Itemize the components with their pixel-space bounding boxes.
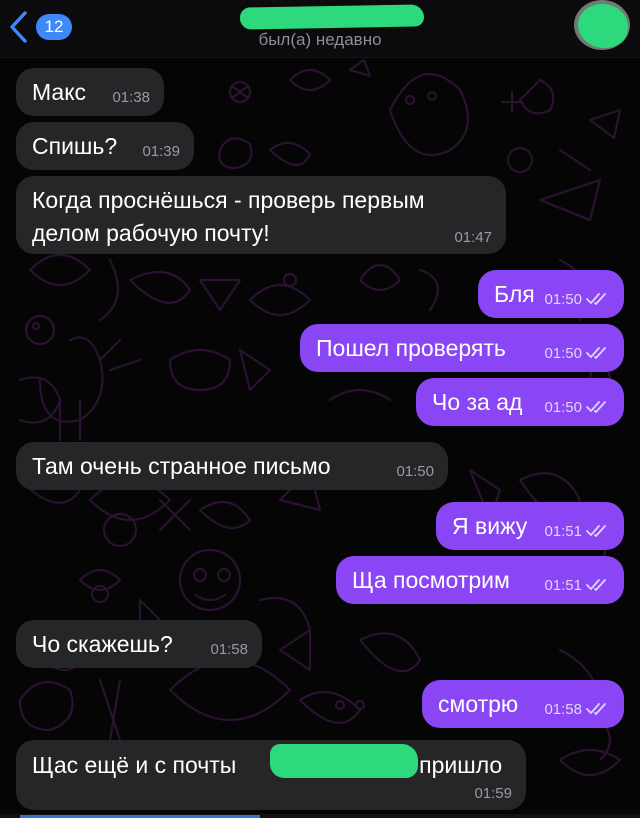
message-text-line: Когда проснёшься - проверь первым — [32, 187, 425, 213]
message-text: Щас ещё и с почты — [32, 752, 236, 779]
message-bubble[interactable]: Пошел проверять 01:50 — [300, 324, 624, 372]
message-text: Ща посмотрим — [352, 567, 510, 593]
double-check-icon — [586, 293, 606, 305]
message-time: 01:59 — [474, 785, 512, 802]
redaction-mark — [270, 744, 418, 778]
message-time: 01:58 — [544, 701, 582, 718]
contact-status: был(а) недавно — [258, 30, 382, 49]
message-bubble[interactable]: Когда проснёшься - проверь первым делом … — [16, 176, 506, 254]
message-text: Я вижу — [452, 513, 528, 539]
message-text: Чо скажешь? — [32, 631, 173, 657]
message-time: 01:39 — [142, 143, 180, 160]
double-check-icon — [586, 525, 606, 537]
double-check-icon — [586, 579, 606, 591]
message-text: Спишь? — [32, 133, 118, 159]
message-text: Макс — [32, 79, 87, 105]
message-text: Там очень странное письмо — [32, 453, 331, 479]
message-text: Чо за ад — [432, 389, 523, 415]
message-text: Когда проснёшься - проверь первым делом … — [32, 184, 425, 250]
message-time: 01:58 — [210, 641, 248, 658]
message-bubble[interactable]: Ща посмотрим 01:51 — [336, 556, 624, 604]
double-check-icon — [586, 401, 606, 413]
chat-header: 12 был(а) недавно — [0, 0, 640, 58]
message-bubble[interactable]: Макс 01:38 — [16, 68, 164, 116]
message-text-line: делом рабочую почту! — [32, 220, 270, 246]
message-bubble[interactable]: Чо за ад 01:50 — [416, 378, 624, 426]
message-time: 01:50 — [544, 345, 582, 362]
message-time: 01:50 — [544, 291, 582, 308]
double-check-icon — [586, 703, 606, 715]
message-time: 01:50 — [544, 399, 582, 416]
message-bubble[interactable]: Щас ещё и с почты а пришло 01:59 — [16, 740, 526, 810]
redaction-mark — [239, 4, 425, 30]
message-bubble[interactable]: Бля 01:50 — [478, 270, 624, 318]
double-check-icon — [586, 347, 606, 359]
message-bubble[interactable]: Я вижу 01:51 — [436, 502, 624, 550]
message-time: 01:38 — [112, 89, 150, 106]
message-text: смотрю — [438, 691, 519, 717]
message-bubble[interactable]: Там очень странное письмо 01:50 — [16, 442, 448, 490]
message-bubble[interactable]: смотрю 01:58 — [422, 680, 624, 728]
message-time: 01:47 — [454, 229, 492, 246]
message-text: Бля — [494, 281, 535, 307]
message-bubble[interactable]: Чо скажешь? 01:58 — [16, 620, 262, 668]
message-time: 01:50 — [396, 463, 434, 480]
message-bubble[interactable]: Спишь? 01:39 — [16, 122, 194, 170]
avatar[interactable] — [574, 0, 630, 50]
message-time: 01:51 — [544, 577, 582, 594]
message-time: 01:51 — [544, 523, 582, 540]
redaction-mark — [578, 4, 628, 48]
message-text: Пошел проверять — [316, 335, 506, 361]
message-text-start: Щас ещё и с почты — [32, 752, 237, 778]
